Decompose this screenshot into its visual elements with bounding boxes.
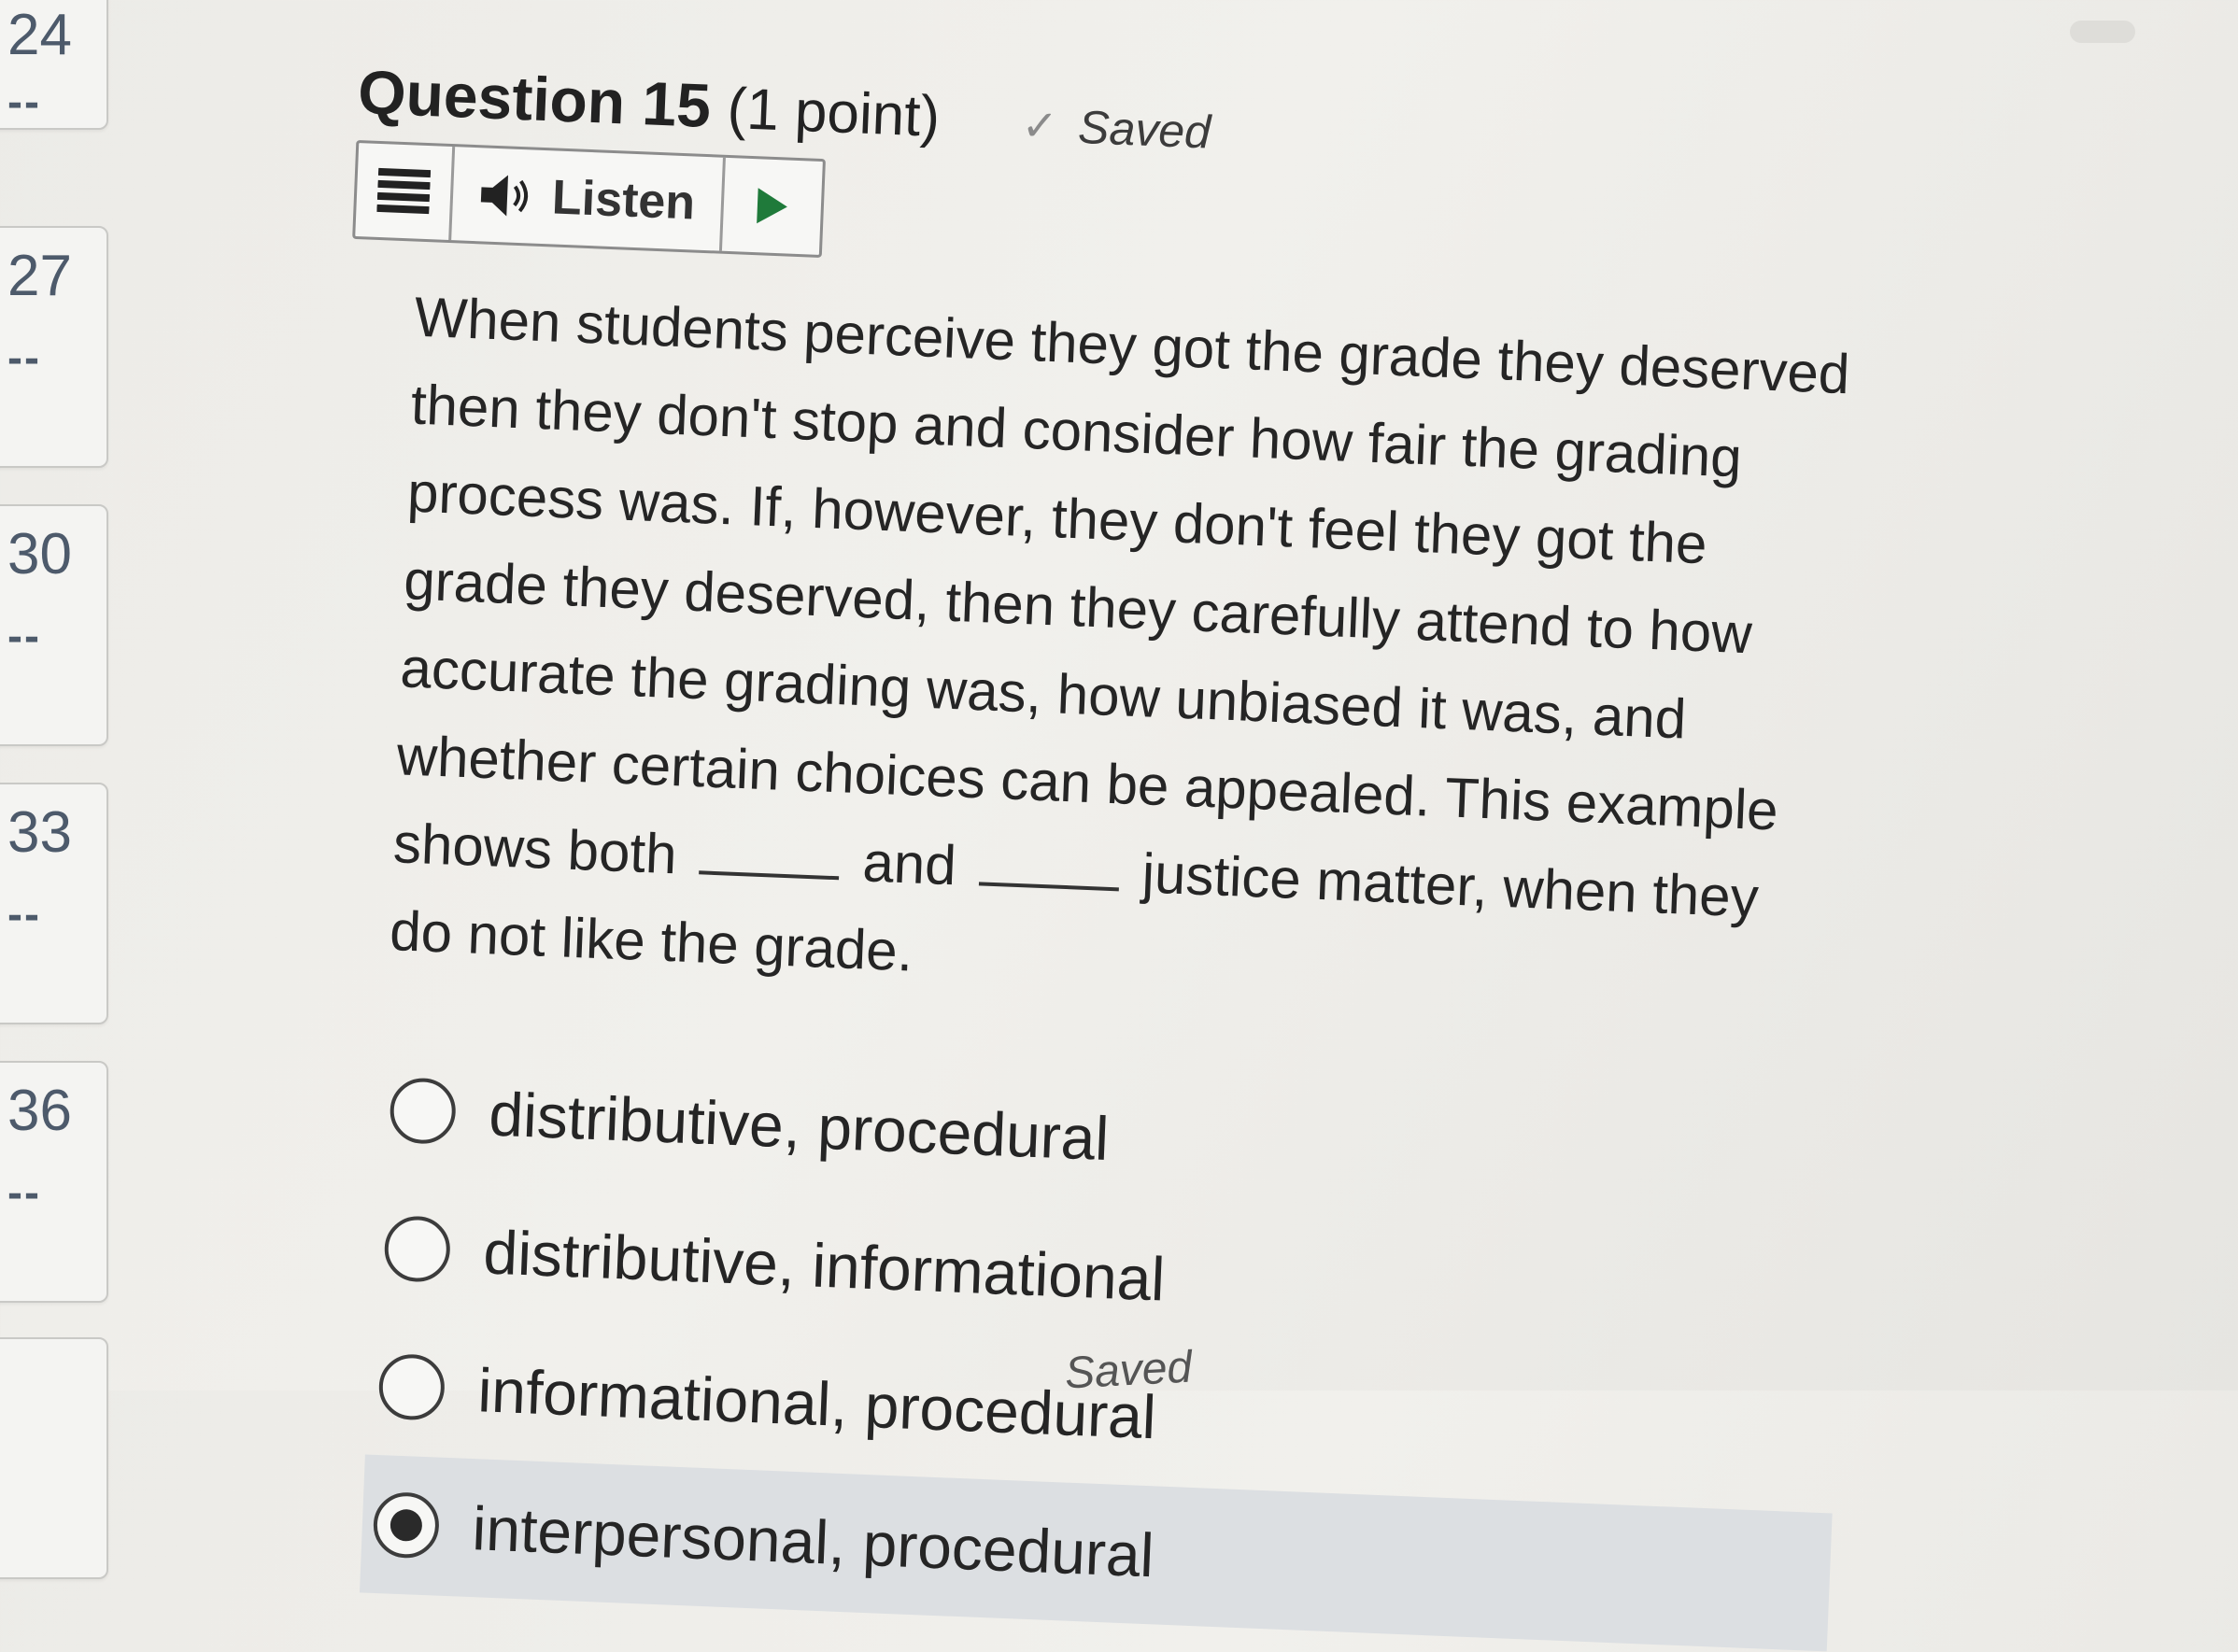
- play-button[interactable]: [722, 158, 823, 255]
- nav-card-24[interactable]: 24 --: [0, 0, 108, 130]
- speaker-icon: [480, 175, 529, 217]
- answer-option-label: interpersonal, procedural: [471, 1493, 1155, 1590]
- nav-card-number: 24: [7, 3, 72, 67]
- answer-blank-1: [699, 826, 842, 881]
- question-title: Question 15: [356, 56, 713, 141]
- question-navigator: 24 -- 27 -- 30 -- 33 -- 36 --: [0, 0, 131, 1579]
- menu-button[interactable]: [355, 143, 456, 241]
- nav-card-next[interactable]: [0, 1337, 108, 1579]
- nav-card-33[interactable]: 33 --: [0, 783, 108, 1024]
- listen-label: Listen: [550, 170, 697, 231]
- nav-card-number: 33: [7, 800, 72, 865]
- nav-card-27[interactable]: 27 --: [0, 226, 108, 468]
- answer-option-label: informational, procedural: [476, 1355, 1158, 1452]
- nav-card-number: 36: [7, 1079, 72, 1143]
- question-text-and: and: [861, 830, 958, 897]
- radio-button[interactable]: [389, 1077, 458, 1146]
- radio-button[interactable]: [383, 1215, 452, 1283]
- nav-card-36[interactable]: 36 --: [0, 1061, 108, 1303]
- radio-selected-dot: [390, 1508, 423, 1542]
- read-aloud-toolbar: Listen: [352, 139, 827, 259]
- nav-card-status: --: [7, 612, 41, 661]
- answer-option-label: distributive, procedural: [488, 1079, 1111, 1174]
- nav-card-status: --: [7, 333, 41, 383]
- nav-card-30[interactable]: 30 --: [0, 504, 108, 746]
- menu-icon: [376, 167, 432, 215]
- nav-card-number: 27: [7, 244, 72, 308]
- play-icon: [757, 188, 788, 224]
- question-text-part1: When students perceive they got the grad…: [391, 285, 1851, 886]
- nav-card-number: 30: [7, 522, 72, 586]
- saved-label: Saved: [1077, 100, 1212, 159]
- nav-card-status: --: [7, 1168, 41, 1218]
- nav-card-status: --: [7, 78, 41, 127]
- footer-saved-status: Saved: [1063, 1342, 1194, 1399]
- radio-button[interactable]: [377, 1353, 446, 1421]
- answer-blank-2: [978, 837, 1121, 892]
- listen-button[interactable]: Listen: [451, 147, 727, 251]
- question-text: When students perceive they got the grad…: [389, 274, 1854, 1033]
- nav-card-status: --: [7, 890, 41, 939]
- check-icon: ✓: [1020, 100, 1059, 151]
- answer-option-label: distributive, informational: [482, 1217, 1167, 1314]
- radio-button-selected[interactable]: [372, 1490, 441, 1560]
- question-points: (1 point): [726, 76, 942, 149]
- question-panel: Question 15 (1 point) ✓ Saved Listen Whe…: [298, 56, 1900, 1652]
- corner-indicator: [2070, 21, 2135, 43]
- saved-status: ✓ Saved: [1021, 98, 1211, 160]
